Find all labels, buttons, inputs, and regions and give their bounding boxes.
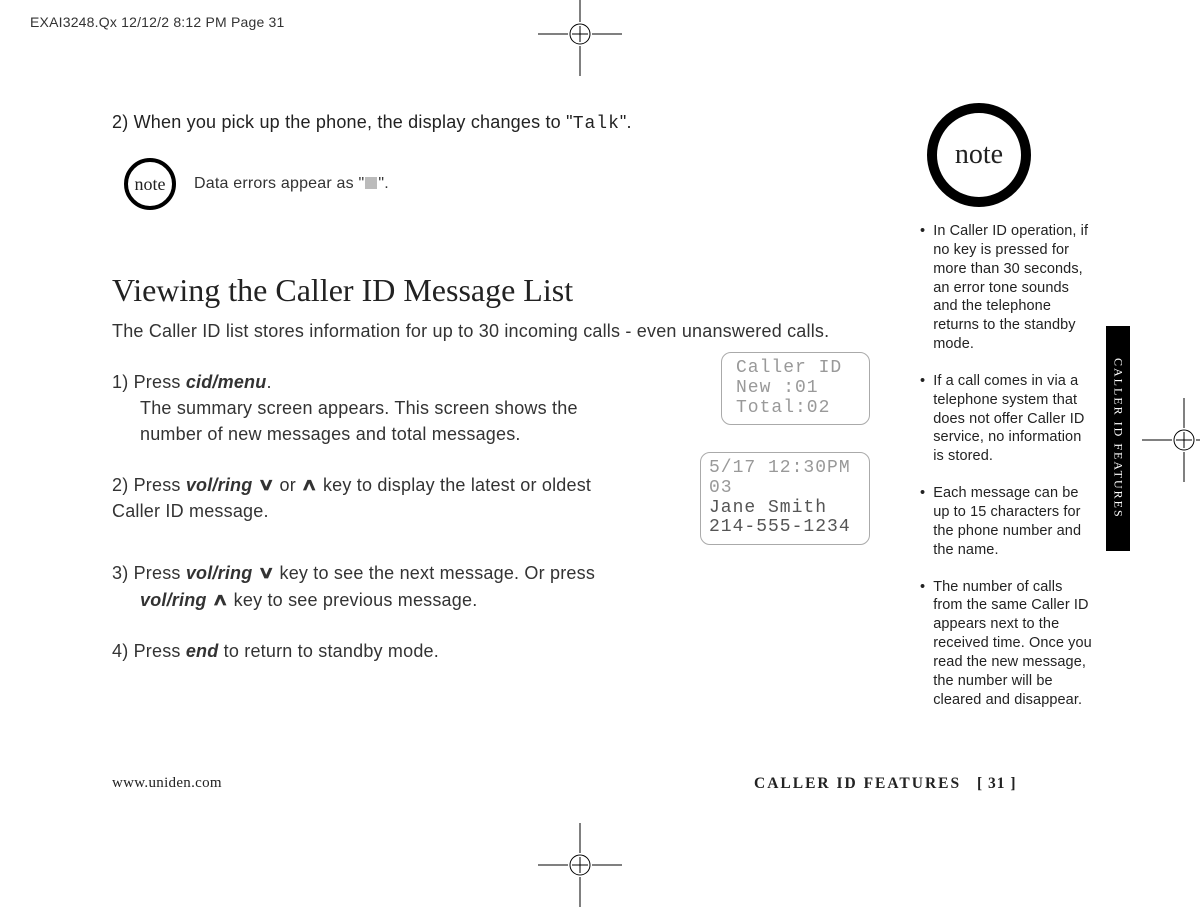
lcd1-line2: New :01 — [736, 379, 859, 399]
footer-url: www.uniden.com — [112, 775, 222, 792]
step3-a: 3) Press — [112, 563, 186, 583]
step2-mid: or — [280, 475, 302, 495]
side-note-3-text: Each message can be up to 15 characters … — [933, 484, 1092, 559]
cid-menu-key: cid/menu — [186, 372, 267, 392]
note-badge-large: note — [927, 103, 1031, 207]
side-note-1-text: In Caller ID operation, if no key is pre… — [933, 222, 1092, 354]
step2-text-a: 2) When you pick up the phone, the displ… — [112, 112, 573, 132]
step3-mid: key to see the next message. Or press — [280, 563, 596, 583]
step1-a: 1) Press — [112, 372, 186, 392]
bullet-icon: • — [920, 484, 925, 559]
vol-ring-key-2: vol/ring — [186, 563, 253, 583]
lcd2-line2: Jane Smith — [709, 499, 859, 519]
lcd1-line3: Total:02 — [736, 399, 859, 419]
data-errors-prefix: Data errors appear as " — [194, 175, 364, 192]
step3-b: key to see previous message. — [234, 590, 478, 610]
lcd2-line3: 214-555-1234 — [709, 518, 859, 538]
data-errors-suffix: ". — [378, 175, 389, 192]
down-arrow-icon-2: ∨ — [257, 561, 275, 586]
section-heading: Viewing the Caller ID Message List — [112, 272, 852, 309]
bullet-icon: • — [920, 222, 925, 354]
bullet-icon: • — [920, 372, 925, 466]
side-note-2: •If a call comes in via a telephone syst… — [920, 372, 1092, 466]
print-header: EXAI3248.Qx 12/12/2 8:12 PM Page 31 — [30, 14, 285, 30]
side-note-list: •In Caller ID operation, if no key is pr… — [920, 222, 1092, 727]
step-2: 2) Press vol/ring ∨ or ∧ key to display … — [112, 472, 592, 525]
lcd-caller-screen: 5/17 12:30PM 03 Jane Smith 214-555-1234 — [700, 452, 870, 545]
side-note-1: •In Caller ID operation, if no key is pr… — [920, 222, 1092, 354]
up-arrow-icon: ∧ — [301, 473, 319, 498]
step2-a: 2) Press — [112, 475, 186, 495]
lcd1-line1: Caller ID — [736, 359, 859, 379]
lcd-summary-screen: Caller ID New :01 Total:02 — [721, 352, 870, 425]
side-note-3: •Each message can be up to 15 characters… — [920, 484, 1092, 559]
registration-mark-top — [538, 0, 622, 76]
footer-page-number: [ 31 ] — [977, 775, 1017, 792]
up-arrow-icon-2: ∧ — [211, 588, 229, 613]
step1-b: . — [266, 372, 271, 392]
gray-square-icon — [365, 177, 377, 189]
page: EXAI3248.Qx 12/12/2 8:12 PM Page 31 — [0, 0, 1200, 881]
side-note-2-text: If a call comes in via a telephone syste… — [933, 372, 1092, 466]
footer-section: CALLER ID FEATURES [ 31 ] — [754, 775, 1017, 793]
step1-desc: The summary screen appears. This screen … — [140, 395, 592, 447]
vol-ring-key-3: vol/ring — [140, 590, 207, 610]
end-key: end — [186, 641, 219, 661]
lcd2-line1: 5/17 12:30PM 03 — [709, 459, 859, 499]
step4-b: to return to standby mode. — [218, 641, 439, 661]
registration-mark-right — [1142, 398, 1200, 482]
step-4: 4) Press end to return to standby mode. — [112, 638, 852, 664]
footer-section-label: CALLER ID FEATURES — [754, 775, 961, 792]
down-arrow-icon: ∨ — [257, 473, 275, 498]
vol-ring-key-1: vol/ring — [186, 475, 253, 495]
step-3: 3) Press vol/ring ∨ key to see the next … — [112, 560, 632, 613]
inline-note-row: note Data errors appear as " ". — [124, 158, 852, 210]
bullet-icon: • — [920, 578, 925, 710]
step-1: 1) Press cid/menu. The summary screen ap… — [112, 369, 592, 447]
side-note-4-text: The number of calls from the same Caller… — [933, 578, 1092, 710]
step2-pickup-line: 2) When you pick up the phone, the displ… — [112, 112, 852, 134]
talk-monospace: Talk — [573, 114, 620, 134]
note-badge-small: note — [124, 158, 176, 210]
registration-mark-bottom — [538, 823, 622, 907]
data-errors-note: Data errors appear as " ". — [194, 175, 389, 193]
side-tab: CALLER ID FEATURES — [1106, 326, 1130, 551]
step2-text-b: ". — [620, 112, 632, 132]
step4-a: 4) Press — [112, 641, 186, 661]
section-intro: The Caller ID list stores information fo… — [112, 319, 852, 343]
side-note-4: •The number of calls from the same Calle… — [920, 578, 1092, 710]
